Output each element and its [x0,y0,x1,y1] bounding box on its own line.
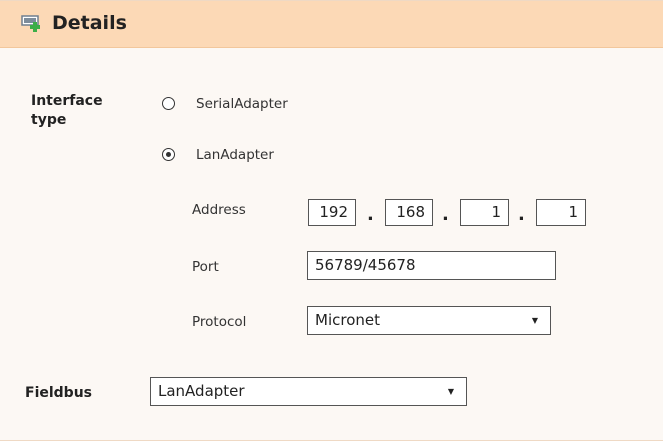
port-label: Port [192,259,219,275]
radio-lan-adapter[interactable] [162,148,175,161]
radio-selected-dot [166,152,171,157]
panel-header: Details [0,1,663,48]
port-input[interactable]: 56789/45678 [307,251,556,280]
chevron-down-icon: ▼ [531,316,538,325]
radio-serial-adapter[interactable] [162,97,175,110]
protocol-select[interactable]: Micronet ▼ [307,306,551,335]
ip-octet-2-input[interactable]: 168 [385,199,433,226]
panel-title: Details [52,12,127,34]
ip-separator: . [518,204,525,225]
ip-octet-3-input[interactable]: 1 [460,199,509,226]
chevron-down-icon: ▼ [447,387,454,396]
protocol-select-value: Micronet [315,311,380,329]
fieldbus-label: Fieldbus [25,385,92,401]
interface-type-label: Interface type [31,93,103,128]
ip-separator: . [367,204,374,225]
address-label: Address [192,202,246,218]
add-device-icon [21,15,40,32]
protocol-label: Protocol [192,314,247,330]
ip-octet-4-input[interactable]: 1 [536,199,586,226]
ip-octet-1-input[interactable]: 192 [308,199,356,226]
fieldbus-select[interactable]: LanAdapter ▼ [150,377,467,406]
radio-lan-adapter-label[interactable]: LanAdapter [196,146,274,164]
radio-serial-adapter-label[interactable]: SerialAdapter [196,95,288,113]
fieldbus-select-value: LanAdapter [158,382,245,400]
ip-separator: . [442,204,449,225]
details-panel: Details Interface type SerialAdapter Lan… [0,0,663,441]
